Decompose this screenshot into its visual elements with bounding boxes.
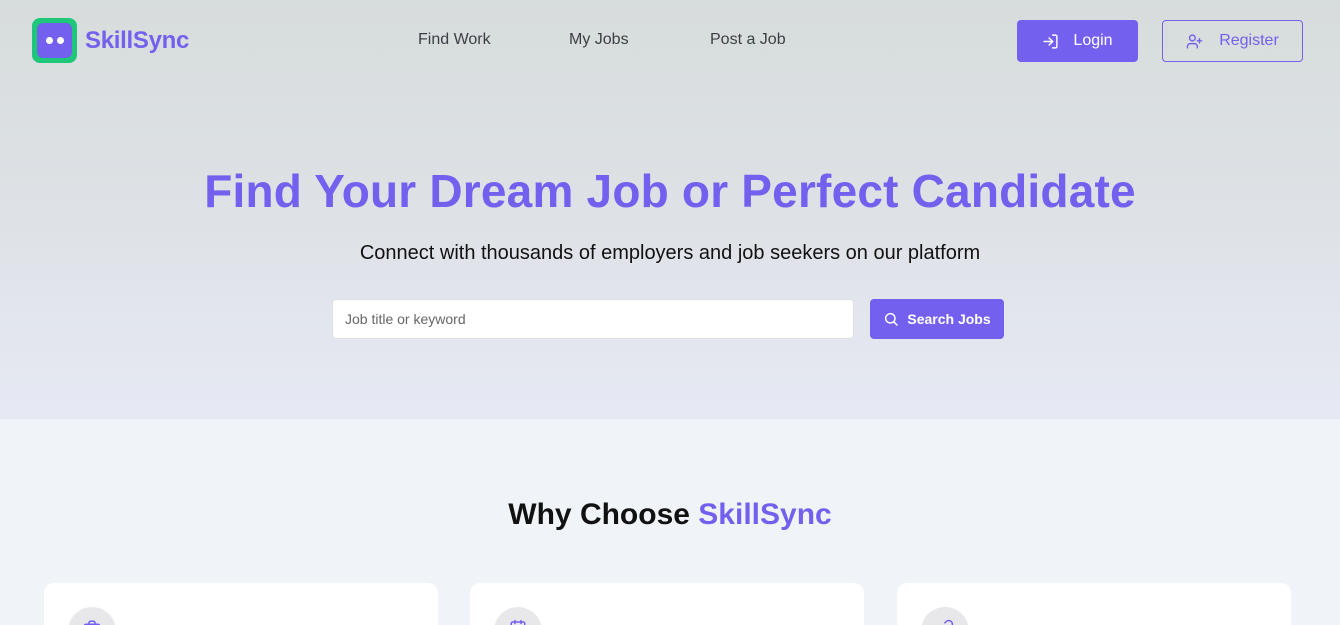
register-button[interactable]: Register	[1162, 20, 1303, 62]
hero-title: Find Your Dream Job or Perfect Candidate	[204, 165, 1136, 217]
search-jobs-button[interactable]: Search Jobs	[870, 299, 1004, 339]
feature-card	[470, 583, 864, 625]
login-icon	[1043, 33, 1059, 49]
nav-find-work[interactable]: Find Work	[418, 31, 491, 49]
login-button[interactable]: Login	[1017, 20, 1138, 62]
search-jobs-label: Search Jobs	[907, 311, 991, 327]
hero-subtitle: Connect with thousands of employers and …	[359, 242, 981, 264]
feature-icon-circle	[494, 607, 542, 625]
main-nav: Find Work My Jobs Post a Job	[0, 31, 1340, 51]
why-choose-prefix: Why Choose	[508, 498, 690, 531]
briefcase-icon	[83, 620, 101, 625]
register-label: Register	[1219, 32, 1279, 49]
calendar-icon	[510, 619, 526, 625]
feature-icon-circle	[68, 607, 116, 625]
feature-card	[897, 583, 1291, 625]
login-label: Login	[1073, 32, 1113, 49]
feature-icon-circle	[921, 607, 969, 625]
search-input[interactable]	[332, 299, 854, 339]
nav-my-jobs[interactable]: My Jobs	[569, 31, 629, 49]
nav-post-a-job[interactable]: Post a Job	[710, 31, 786, 49]
link-icon	[944, 619, 954, 625]
why-choose-heading: Why Choose SkillSync	[0, 498, 1340, 532]
search-icon	[885, 312, 899, 326]
user-plus-icon	[1186, 33, 1203, 49]
why-choose-brand: SkillSync	[698, 498, 832, 531]
feature-card	[44, 583, 438, 625]
